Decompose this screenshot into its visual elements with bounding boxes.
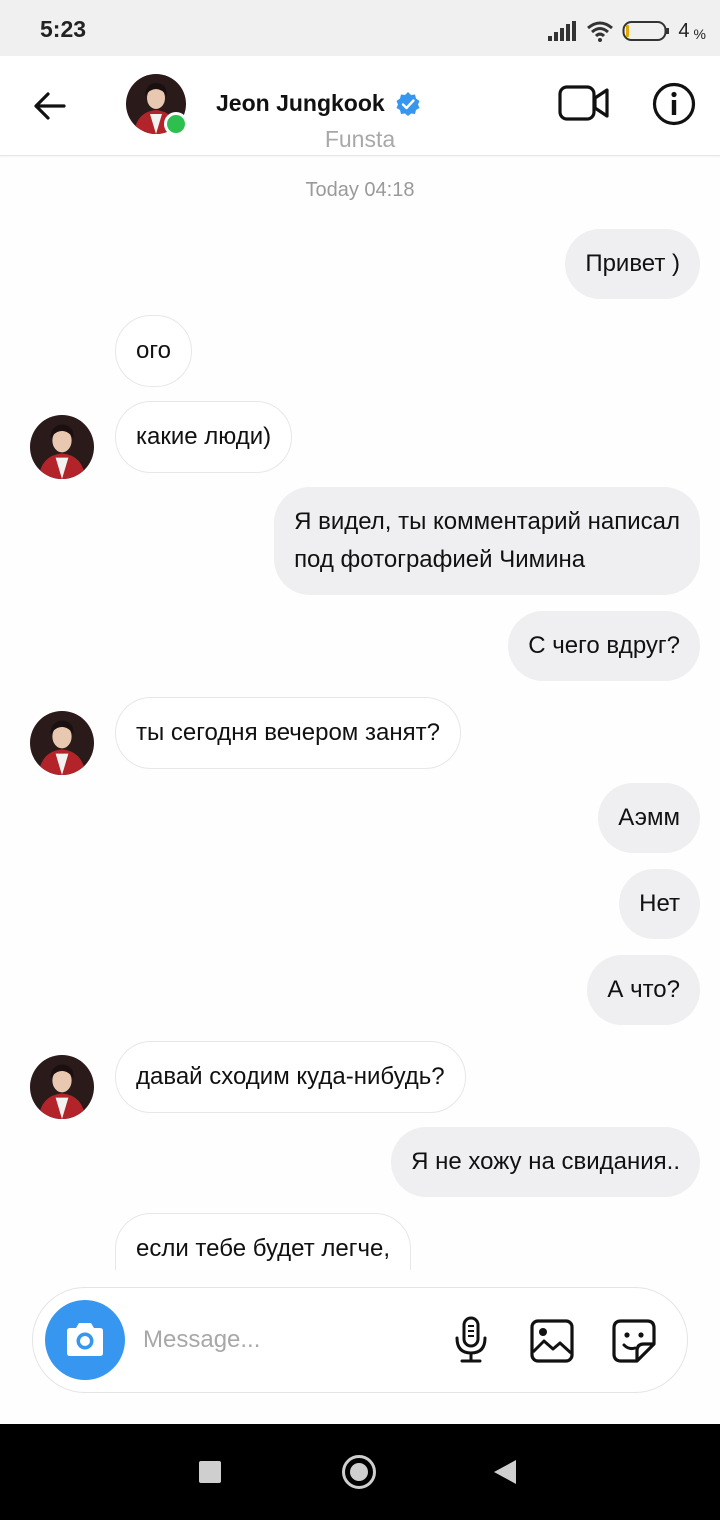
avatar-image — [30, 415, 94, 479]
message-outgoing[interactable]: С чего вдруг? — [508, 611, 700, 681]
chat-header: Jeon Jungkook Funsta — [0, 56, 720, 156]
camera-button[interactable] — [45, 1300, 125, 1380]
status-time: 5:23 — [40, 16, 87, 42]
sender-avatar[interactable] — [30, 1055, 94, 1119]
avatar-image — [30, 711, 94, 775]
microphone-icon[interactable] — [451, 1316, 491, 1364]
message-incoming[interactable]: ты сегодня вечером занят? — [115, 697, 461, 769]
status-icons: 4 % — [548, 18, 706, 44]
camera-icon — [67, 1323, 103, 1356]
avatar-image — [30, 1055, 94, 1119]
system-nav-bar — [0, 1424, 720, 1520]
battery-icon — [622, 21, 670, 41]
message-incoming[interactable]: если тебе будет легче, — [115, 1213, 411, 1270]
message-incoming[interactable]: ого — [115, 315, 192, 387]
message-outgoing[interactable]: Я видел, ты комментарий написал под фото… — [274, 487, 700, 595]
battery-level: 4 — [678, 19, 690, 42]
contact-name-label: Jeon Jungkook — [216, 90, 385, 116]
contact-name[interactable]: Jeon Jungkook — [216, 90, 421, 117]
signal-icon — [548, 21, 577, 41]
back-arrow-icon[interactable] — [30, 86, 70, 126]
message-input[interactable] — [143, 1318, 423, 1362]
info-icon[interactable] — [652, 82, 696, 126]
message-outgoing[interactable]: Нет — [619, 869, 700, 939]
contact-subtitle: Funsta — [324, 126, 396, 152]
back-icon[interactable] — [494, 1460, 516, 1484]
verified-badge-icon — [396, 91, 420, 116]
sender-avatar[interactable] — [30, 415, 94, 479]
home-icon[interactable] — [342, 1455, 376, 1489]
recent-apps-icon[interactable] — [199, 1461, 221, 1483]
message-list[interactable]: Today 04:18 Привет ) ого какие люди) Я в… — [0, 157, 720, 1270]
message-outgoing[interactable]: Привет ) — [565, 229, 700, 299]
sender-avatar[interactable] — [30, 711, 94, 775]
message-outgoing[interactable]: Аэмм — [598, 783, 700, 853]
message-outgoing[interactable]: А что? — [587, 955, 700, 1025]
status-bar: 5:23 4 % — [0, 0, 720, 56]
message-incoming[interactable]: какие люди) — [115, 401, 293, 473]
message-incoming[interactable]: давай сходим куда-нибудь? — [115, 1041, 466, 1113]
video-call-icon[interactable] — [558, 82, 610, 124]
battery-unit: % — [693, 26, 706, 42]
day-separator: Today 04:18 — [305, 179, 415, 201]
message-composer — [32, 1287, 688, 1393]
wifi-icon — [587, 21, 614, 42]
message-outgoing[interactable]: Я не хожу на свидания.. — [391, 1127, 700, 1197]
sticker-icon[interactable] — [611, 1318, 657, 1364]
gallery-icon[interactable] — [529, 1318, 575, 1364]
